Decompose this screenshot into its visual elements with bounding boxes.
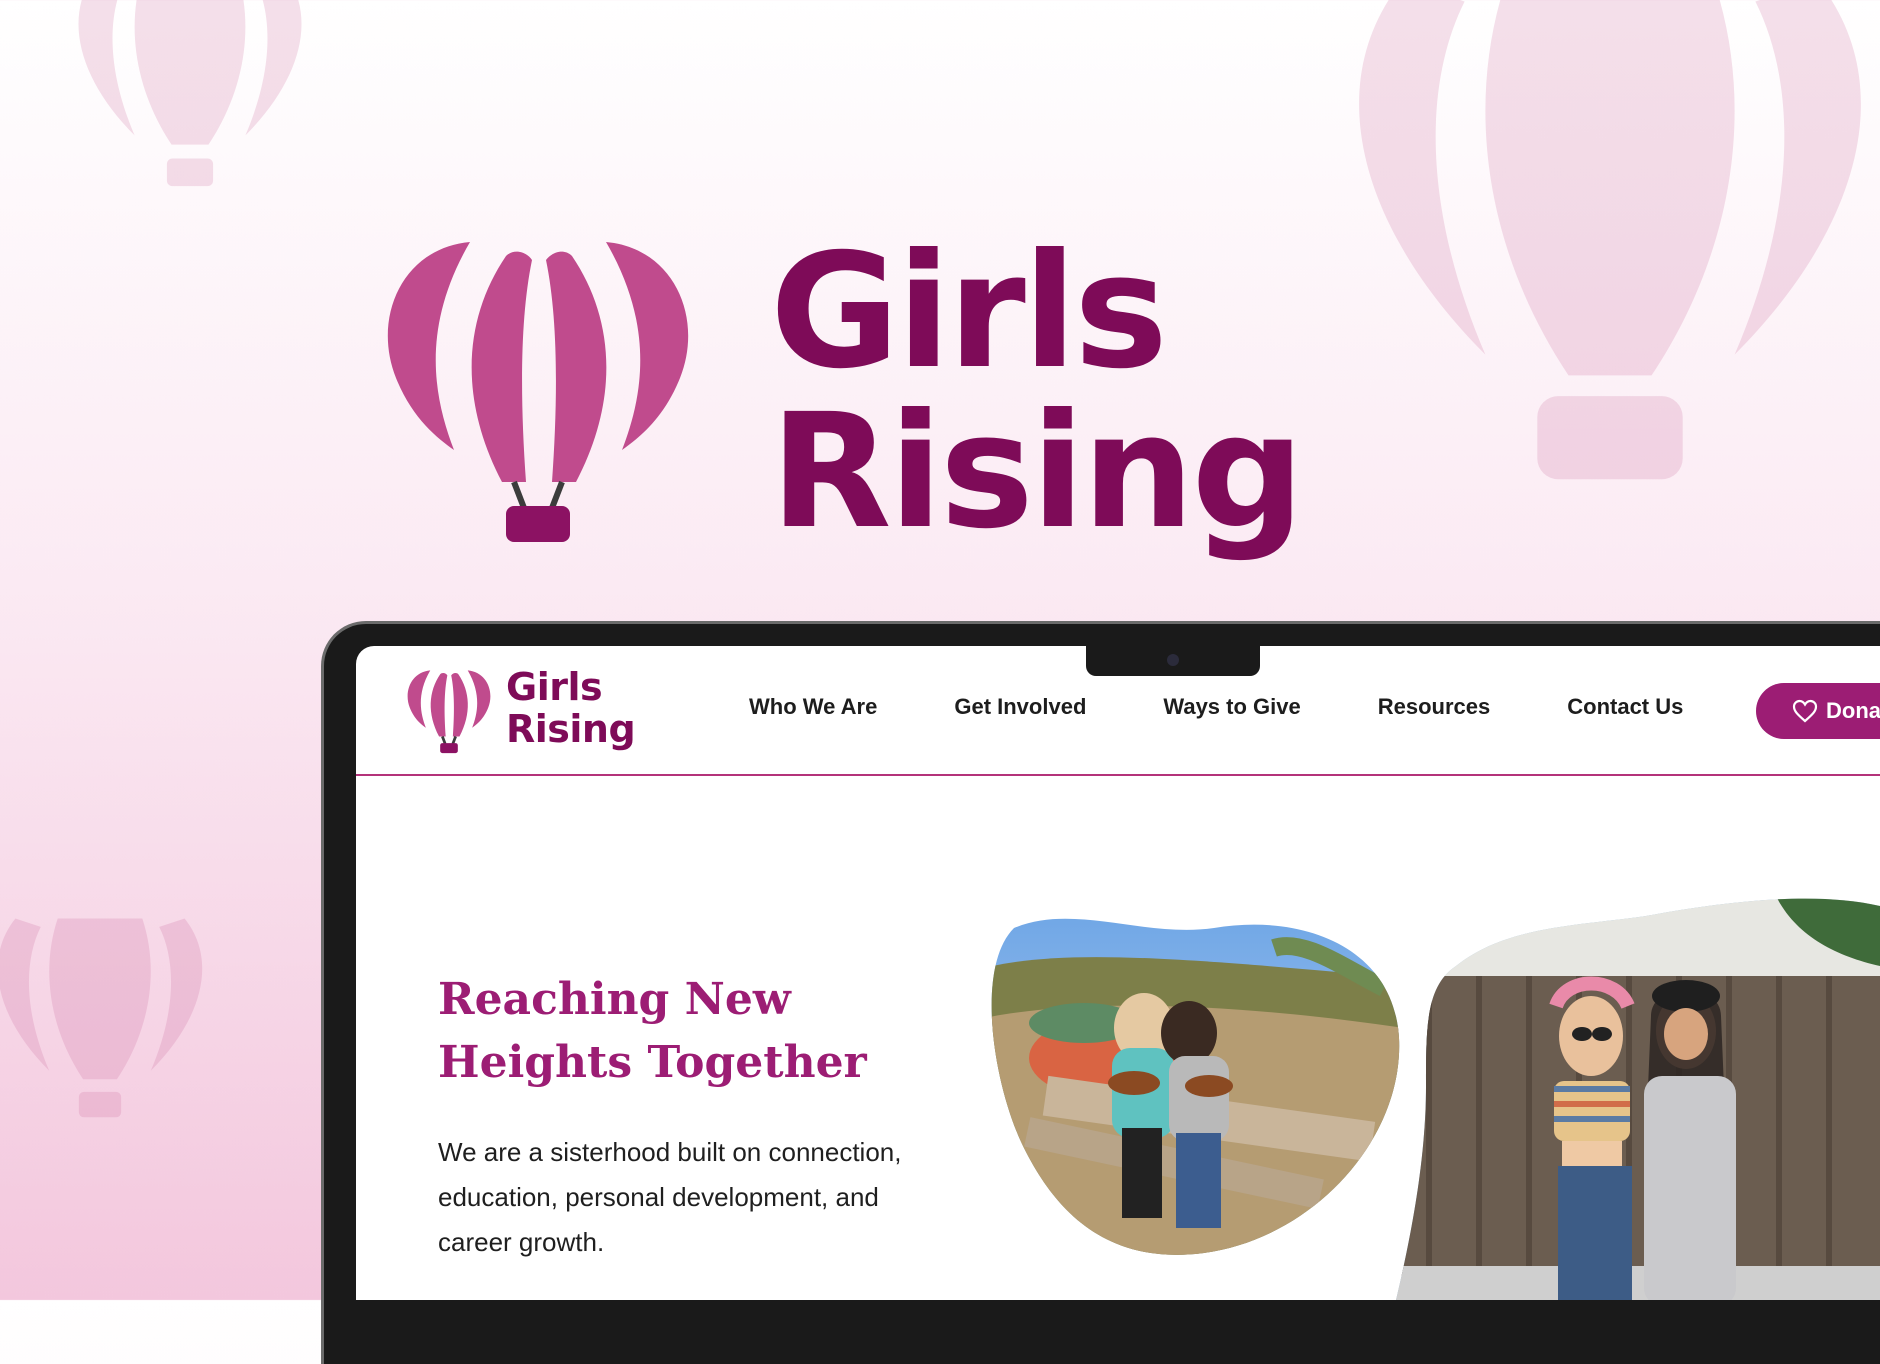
hero-headline-line2: Heights Together [438, 1037, 867, 1088]
heart-icon [1792, 699, 1818, 723]
hero-brand-title: Girls Rising [770, 220, 1305, 564]
hero-intro-text: We are a sisterhood built on connection,… [438, 1130, 938, 1265]
background-balloon-top-right [1359, 0, 1861, 480]
nav-who-we-are[interactable]: Who We Are [749, 694, 877, 720]
site-logo-line2: Rising [506, 707, 636, 751]
site-logo-text[interactable]: Girls Rising [506, 665, 636, 751]
nav-get-involved[interactable]: Get Involved [954, 694, 1086, 720]
donate-label: Donat [1826, 698, 1880, 723]
site-logo-balloon-icon[interactable] [406, 668, 492, 756]
background-balloon-left [0, 918, 203, 1118]
nav-contact-us[interactable]: Contact Us [1567, 694, 1683, 720]
main-nav: Who We Are Get Involved Ways to Give Res… [749, 694, 1683, 720]
site-logo-line1: Girls [506, 665, 603, 709]
outdoor-ukulele-photo [991, 918, 1400, 1255]
background-balloon-top-left [78, 0, 302, 187]
hero-intro-line2: education, personal development, and [438, 1182, 879, 1212]
donate-button[interactable]: Donat [1756, 683, 1880, 739]
hero-headline: Reaching New Heights Together [438, 968, 898, 1094]
hot-air-balloon-icon [387, 242, 689, 542]
hero-brand-line2: Rising [770, 380, 1305, 564]
site-header: Girls Rising Who We Are Get Involved Way… [356, 646, 1880, 776]
hero-brand-line1: Girls [770, 220, 1168, 404]
hero-headline-line1: Reaching New [438, 974, 791, 1025]
website-screen: Girls Rising Who We Are Get Involved Way… [356, 646, 1880, 1300]
nav-resources[interactable]: Resources [1378, 694, 1491, 720]
hero-intro-line1: We are a sisterhood built on connection, [438, 1137, 902, 1167]
friends-fence-photo [1396, 898, 1880, 1300]
hero-intro-line3: career growth. [438, 1227, 605, 1257]
nav-ways-to-give[interactable]: Ways to Give [1163, 694, 1300, 720]
